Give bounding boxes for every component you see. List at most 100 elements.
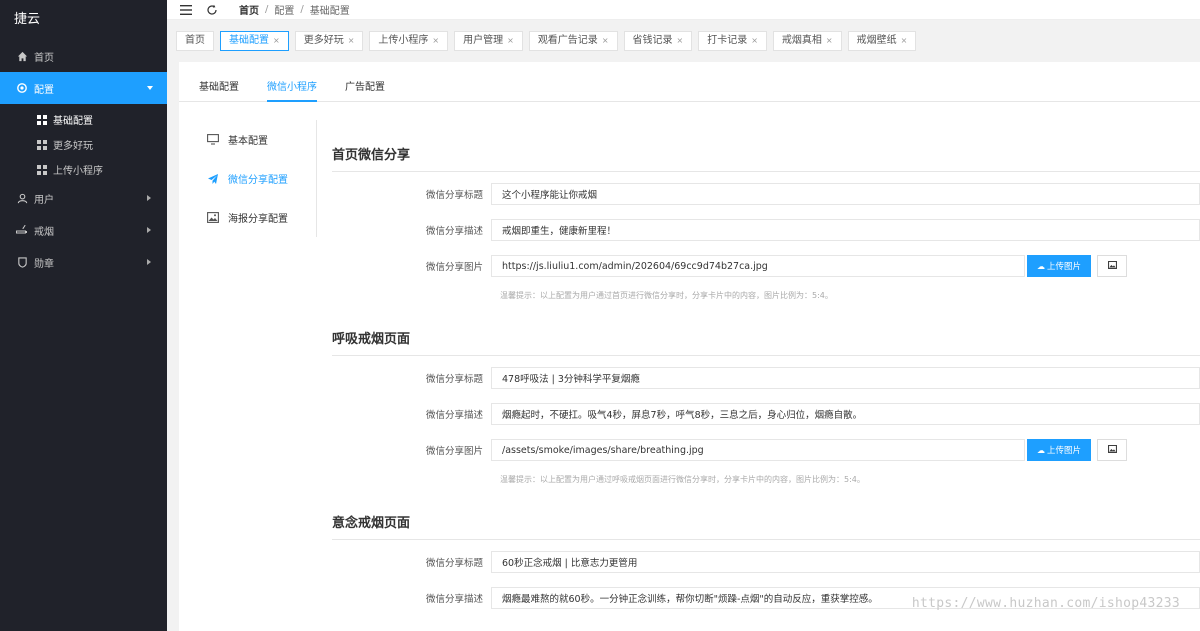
tab-label: 基础配置 — [229, 35, 269, 46]
tab-quit-smoking-truth[interactable]: 戒烟真相 × — [772, 31, 842, 51]
breadcrumb-item[interactable]: 配置 — [274, 2, 294, 17]
page-tabs: 首页 基础配置 × 更多好玩 × 上传小程序 × 用户管理 × 观看广告记录 × 省钱记录… — [167, 20, 1200, 62]
sidebar-item-label: 首页 — [34, 52, 54, 64]
form-row-share-title: 微信分享标题 478呼吸法 | 3分钟科学平复烟瘾 — [332, 360, 1200, 396]
share-title-input[interactable]: 这个小程序能让你戒烟 — [491, 183, 1200, 205]
form-row-share-image: 微信分享图片 /assets/smoke/images/share/breath… — [332, 432, 1200, 468]
close-icon[interactable]: × — [826, 32, 833, 50]
subtab-wechat-miniprogram[interactable]: 微信小程序 — [267, 62, 331, 102]
tab-basic-config[interactable]: 基础配置 × — [220, 31, 289, 51]
tab-label: 戒烟真相 — [781, 35, 822, 46]
cloud-upload-icon: ☁ — [1036, 445, 1045, 455]
breadcrumb-separator: / — [265, 4, 269, 15]
sidebar-item-user[interactable]: 用户 — [0, 182, 167, 214]
close-icon[interactable]: × — [507, 32, 514, 50]
grid-icon — [37, 139, 47, 150]
close-icon[interactable]: × — [273, 32, 280, 50]
form-row-share-desc: 微信分享描述 戒烟即重生，健康新里程！ — [332, 212, 1200, 248]
tab-upload-miniprogram[interactable]: 上传小程序 × — [369, 31, 449, 51]
form-label: 微信分享标题 — [425, 558, 483, 569]
share-desc-input[interactable]: 烟瘾起时，不硬扛。吸气4秒，屏息7秒，呼气8秒，三息之后，身心归位，烟瘾自散。 — [491, 403, 1200, 425]
sidebar-item-smoking[interactable]: 戒烟 — [0, 214, 167, 246]
section-title: 意念戒烟页面 — [332, 502, 1200, 540]
chevron-right-icon — [147, 227, 151, 233]
upload-button-label: 上传图片 — [1046, 446, 1081, 456]
sidebar-subitem-upload-miniprogram[interactable]: 上传小程序 — [0, 157, 167, 182]
sidebar: 捷云 首页 配置 基础配置 更多好玩 上传小程序 用户 戒烟 勋章 — [0, 0, 167, 631]
form-label: 微信分享描述 — [425, 594, 483, 605]
grid-icon — [37, 164, 47, 175]
preview-image-button[interactable] — [1097, 439, 1127, 461]
send-icon — [207, 173, 219, 185]
sidebar-item-config[interactable]: 配置 — [0, 72, 167, 104]
gear-icon — [16, 82, 28, 94]
config-subtabs: 基础配置 微信小程序 广告配置 — [179, 62, 1200, 102]
tab-label: 观看广告记录 — [537, 35, 598, 46]
tab-label: 更多好玩 — [303, 35, 344, 46]
sidebar-item-home[interactable]: 首页 — [0, 40, 167, 72]
share-config-form: 首页微信分享 微信分享标题 这个小程序能让你戒烟 微信分享描述 戒烟即重生，健康… — [332, 134, 1200, 616]
tab-ad-watch-records[interactable]: 观看广告记录 × — [528, 31, 618, 51]
leftnav-item-label: 微信分享配置 — [228, 175, 288, 186]
hint-text: 温馨提示：以上配置为用户通过首页进行微信分享时，分享卡片中的内容，图片比例为：5… — [500, 291, 833, 300]
form-label: 微信分享标题 — [425, 374, 483, 385]
form-row-share-desc: 微信分享描述 烟瘾起时，不硬扛。吸气4秒，屏息7秒，呼气8秒，三息之后，身心归位… — [332, 396, 1200, 432]
preview-image-button[interactable] — [1097, 255, 1127, 277]
leftnav-item-poster-share[interactable]: 海报分享配置 — [179, 198, 316, 237]
tab-home[interactable]: 首页 — [176, 31, 214, 51]
sidebar-subitem-label: 更多好玩 — [53, 141, 93, 152]
subtab-ad-config[interactable]: 广告配置 — [345, 62, 399, 101]
image-icon — [1107, 260, 1117, 272]
sidebar-subitem-basic-config[interactable]: 基础配置 — [0, 107, 167, 132]
sidebar-item-medal[interactable]: 勋章 — [0, 246, 167, 278]
leftnav-item-label: 海报分享配置 — [228, 214, 288, 225]
smoking-icon — [16, 224, 28, 236]
close-icon[interactable]: × — [901, 32, 908, 50]
sidebar-item-label: 配置 — [34, 84, 54, 96]
upload-image-button[interactable]: ☁ 上传图片 — [1027, 255, 1091, 277]
breadcrumb-separator: / — [300, 4, 304, 15]
tab-user-management[interactable]: 用户管理 × — [454, 31, 523, 51]
leftnav-item-wechat-share[interactable]: 微信分享配置 — [179, 159, 316, 198]
close-icon[interactable]: × — [348, 32, 355, 50]
breadcrumb: 首页 / 配置 / 基础配置 — [239, 2, 350, 17]
close-icon[interactable]: × — [602, 32, 609, 50]
form-row-share-image: 微信分享图片 https://js.liuliu1.com/admin/2026… — [332, 248, 1200, 284]
leftnav-item-basic-config[interactable]: 基本配置 — [179, 120, 316, 159]
top-bar: 首页 / 配置 / 基础配置 — [167, 0, 1200, 20]
tab-more-fun[interactable]: 更多好玩 × — [294, 31, 364, 51]
leftnav-item-label: 基本配置 — [228, 136, 268, 147]
chevron-right-icon — [147, 195, 151, 201]
form-row-share-title: 微信分享标题 60秒正念戒烟 | 比意志力更管用 — [332, 544, 1200, 580]
tab-quit-smoking-wallpaper[interactable]: 戒烟壁纸 × — [847, 31, 917, 51]
section-title: 呼吸戒烟页面 — [332, 318, 1200, 356]
share-title-input[interactable]: 478呼吸法 | 3分钟科学平复烟瘾 — [491, 367, 1200, 389]
sidebar-subitem-more-fun[interactable]: 更多好玩 — [0, 132, 167, 157]
close-icon[interactable]: × — [432, 32, 439, 50]
menu-toggle-icon[interactable] — [179, 3, 193, 17]
watermark-text: https://www.huzhan.com/ishop43233 — [911, 596, 1180, 611]
share-image-input[interactable]: /assets/smoke/images/share/breathing.jpg — [491, 439, 1025, 461]
user-icon — [16, 192, 28, 204]
section-title: 首页微信分享 — [332, 134, 1200, 172]
subtab-basic-config[interactable]: 基础配置 — [199, 62, 253, 101]
tab-label: 省钱记录 — [632, 35, 673, 46]
upload-image-button[interactable]: ☁ 上传图片 — [1027, 439, 1091, 461]
content-panel: 基础配置 微信小程序 广告配置 基本配置 微信分享配置 海报分享配置 首页微信分… — [179, 62, 1200, 631]
sidebar-item-label: 勋章 — [34, 258, 54, 270]
share-title-input[interactable]: 60秒正念戒烟 | 比意志力更管用 — [491, 551, 1200, 573]
upload-button-label: 上传图片 — [1046, 262, 1081, 272]
grid-icon — [37, 114, 47, 125]
brand-title: 捷云 — [14, 12, 41, 27]
tab-checkin-records[interactable]: 打卡记录 × — [698, 31, 767, 51]
close-icon[interactable]: × — [677, 32, 684, 50]
tab-label: 上传小程序 — [378, 35, 429, 46]
section-breathing-share: 呼吸戒烟页面 微信分享标题 478呼吸法 | 3分钟科学平复烟瘾 微信分享描述 … — [332, 318, 1200, 502]
home-icon — [16, 50, 28, 62]
tab-savings-records[interactable]: 省钱记录 × — [623, 31, 693, 51]
breadcrumb-item[interactable]: 首页 — [239, 2, 259, 17]
share-image-input[interactable]: https://js.liuliu1.com/admin/202604/69cc… — [491, 255, 1025, 277]
refresh-icon[interactable] — [205, 3, 219, 17]
close-icon[interactable]: × — [751, 32, 758, 50]
share-desc-input[interactable]: 戒烟即重生，健康新里程！ — [491, 219, 1200, 241]
